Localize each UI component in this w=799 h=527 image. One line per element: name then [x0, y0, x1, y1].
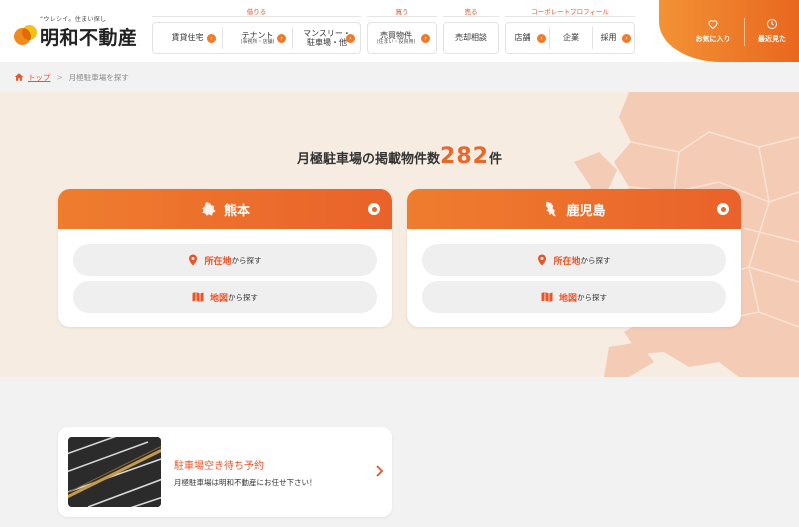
search-by-location-button[interactable]: 所在地 から探す: [73, 244, 377, 276]
prefecture-card-kumamoto: 熊本 所在地 から探す 地図 から探す: [58, 189, 392, 327]
map-icon: [192, 292, 204, 302]
prefecture-card-kagoshima: 鹿児島 所在地 から探す 地図 から探す: [407, 189, 741, 327]
nav-item-label: 採用: [600, 33, 617, 43]
favorites-label: お気に入り: [695, 35, 731, 43]
parking-lot-photo: [68, 437, 161, 507]
circle-arrow-icon: [717, 203, 729, 215]
chevron-right-icon: ›: [346, 34, 355, 43]
breadcrumb: トップ > 月極駐車場を探す: [0, 62, 799, 92]
location-label: 所在地: [204, 256, 232, 267]
nav-group-label: 買う: [395, 8, 409, 16]
nav-item-tenant[interactable]: テナント (事務所・店舗) ›: [223, 23, 292, 53]
listing-count-prefix: 月極駐車場の掲載物件数: [297, 152, 441, 167]
waitlist-subtitle: 月極駐車場は明和不動産にお任せ下さい！: [174, 478, 317, 487]
nav-box-corporate: 店舗 › 企業 採用 ›: [505, 22, 635, 54]
nav-group-label: 売る: [464, 8, 478, 16]
nav-item-sale-property[interactable]: 売買物件 (住まい・投資用) ›: [368, 23, 436, 53]
nav-item-label: 企業: [563, 33, 579, 43]
nav-item-company[interactable]: 企業: [550, 23, 592, 53]
nav-box-sell: 売却相談: [443, 22, 499, 54]
home-icon: [14, 73, 24, 81]
breadcrumb-current: 月極駐車場を探す: [68, 72, 129, 82]
recent-button[interactable]: 最近見た: [747, 18, 797, 44]
search-by-location-button[interactable]: 所在地 から探す: [422, 244, 726, 276]
prefecture-name: 鹿児島: [566, 203, 606, 219]
listing-count-title: 月極駐車場の掲載物件数282件: [0, 144, 799, 169]
prefecture-header[interactable]: 鹿児島: [407, 189, 741, 229]
nav-item-label: マンスリー・: [303, 28, 351, 38]
chevron-right-icon: [376, 465, 384, 477]
kumamoto-shape-icon: [202, 202, 216, 216]
location-label: 所在地: [553, 256, 581, 267]
nav-item-monthly-parking[interactable]: マンスリー・ 駐車場・他 ›: [293, 23, 361, 53]
nav-item-sub: (事務所・店舗): [240, 38, 275, 45]
lower-section: 駐車場空き待ち予約 月極駐車場は明和不動産にお任せ下さい！: [0, 377, 799, 527]
search-by-map-button[interactable]: 地図 から探す: [422, 281, 726, 313]
prefecture-name: 熊本: [223, 203, 250, 219]
circle-arrow-icon: [368, 203, 380, 215]
listing-count-unit: 件: [488, 152, 502, 167]
nav-group-label: 借りる: [246, 8, 267, 16]
chevron-right-icon: ›: [421, 34, 430, 43]
nav-item-sale-consult[interactable]: 売却相談: [444, 23, 498, 53]
nav-group-buy: 買う 売買物件 (住まい・投資用) ›: [367, 0, 437, 56]
map-icon: [541, 292, 553, 302]
site-header: “ウレシイ。住まい探し 明和不動産 借りる 賃貸住宅 › テナント (事務所・店舗…: [0, 0, 799, 62]
parking-waitlist-card[interactable]: 駐車場空き待ち予約 月極駐車場は明和不動産にお任せ下さい！: [58, 427, 392, 517]
clock-icon: [767, 19, 777, 29]
nav-item-label: 店舗: [514, 33, 531, 43]
nav-group-label: コーポレートプロフィール: [531, 8, 609, 16]
location-suffix: から探す: [580, 255, 611, 265]
nav-box-buy: 売買物件 (住まい・投資用) ›: [367, 22, 437, 54]
map-suffix: から探す: [228, 292, 258, 302]
recent-label: 最近見た: [758, 35, 786, 43]
site-logo[interactable]: “ウレシイ。住まい探し 明和不動産: [14, 14, 137, 50]
chevron-right-icon: ›: [207, 34, 216, 43]
nav-item-label: 賃貸住宅: [171, 33, 204, 43]
chevron-right-icon: ›: [537, 34, 546, 43]
nav-group-sell: 売る 売却相談: [443, 0, 499, 56]
nav-item-label: 売却相談: [455, 33, 487, 43]
logo-name: 明和不動産: [40, 27, 138, 49]
nav-box-rent: 賃貸住宅 › テナント (事務所・店舗) › マンスリー・ 駐車場・他 ›: [152, 22, 361, 54]
nav-group-rent: 借りる 賃貸住宅 › テナント (事務所・店舗) › マンスリー・ 駐車場・他 ›: [152, 0, 361, 56]
waitlist-title: 駐車場空き待ち予約: [174, 461, 264, 472]
logo-mark-icon: [14, 25, 38, 47]
map-label: 地図: [209, 293, 228, 304]
nav-item-sub: (住まい・投資用): [376, 38, 416, 45]
nav-group-corporate: コーポレートプロフィール 店舗 › 企業 採用 ›: [505, 0, 635, 56]
hero-section: 月極駐車場の掲載物件数282件 熊本 所在地 から探す 地図 から探す 鹿児島 所在…: [0, 92, 799, 377]
chevron-right-icon: ›: [277, 34, 286, 43]
nav-item-recruit[interactable]: 採用 ›: [593, 23, 634, 53]
nav-item-stores[interactable]: 店舗 ›: [506, 23, 549, 53]
location-suffix: から探す: [231, 255, 262, 265]
pin-icon: [189, 254, 198, 266]
listing-count-number: 282: [440, 144, 489, 169]
heart-icon: [708, 20, 718, 30]
map-suffix: から探す: [577, 292, 607, 302]
search-by-map-button[interactable]: 地図 から探す: [73, 281, 377, 313]
nav-item-rental-housing[interactable]: 賃貸住宅 ›: [153, 23, 222, 53]
pin-icon: [538, 254, 547, 266]
prefecture-header[interactable]: 熊本: [58, 189, 392, 229]
logo-tagline: “ウレシイ。住まい探し: [40, 16, 107, 23]
nav-item-label-2: 駐車場・他: [307, 38, 347, 47]
chevron-right-icon: ›: [622, 34, 631, 43]
favorites-button[interactable]: お気に入り: [688, 18, 738, 44]
kagoshima-shape-icon: [546, 201, 557, 217]
breadcrumb-separator: >: [56, 72, 63, 82]
map-label: 地図: [558, 293, 577, 304]
breadcrumb-home-link[interactable]: トップ: [28, 72, 51, 83]
